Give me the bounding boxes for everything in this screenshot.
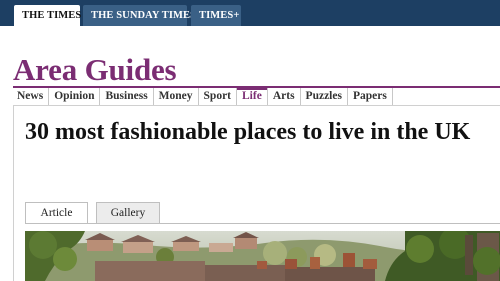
nav-item-business[interactable]: Business xyxy=(100,88,154,105)
nav-item-news[interactable]: News xyxy=(13,88,50,105)
tab-article[interactable]: Article xyxy=(25,202,88,224)
tabs-divider xyxy=(25,223,500,224)
nav-item-sport[interactable]: Sport xyxy=(199,88,238,105)
article-photo xyxy=(25,231,500,281)
nav-item-arts[interactable]: Arts xyxy=(268,88,301,105)
page-title: Area Guides xyxy=(13,52,177,87)
tab-times-plus[interactable]: TIMES+ xyxy=(191,5,241,26)
section-nav: News Opinion Business Money Sport Life A… xyxy=(13,88,393,105)
nav-item-life[interactable]: Life xyxy=(237,88,268,105)
top-bar: THE TIMES THE SUNDAY TIMES TIMES+ xyxy=(0,0,500,26)
nav-item-papers[interactable]: Papers xyxy=(348,88,393,105)
nav-item-puzzles[interactable]: Puzzles xyxy=(301,88,348,105)
tab-the-times[interactable]: THE TIMES xyxy=(14,5,81,26)
content-border xyxy=(13,106,14,281)
tab-gallery[interactable]: Gallery xyxy=(96,202,160,224)
townscape-image xyxy=(25,231,500,281)
nav-item-money[interactable]: Money xyxy=(154,88,199,105)
article-headline: 30 most fashionable places to live in th… xyxy=(25,119,471,145)
nav-divider-bottom xyxy=(13,105,500,106)
tab-the-sunday-times[interactable]: THE SUNDAY TIMES xyxy=(83,5,196,26)
nav-item-opinion[interactable]: Opinion xyxy=(49,88,101,105)
